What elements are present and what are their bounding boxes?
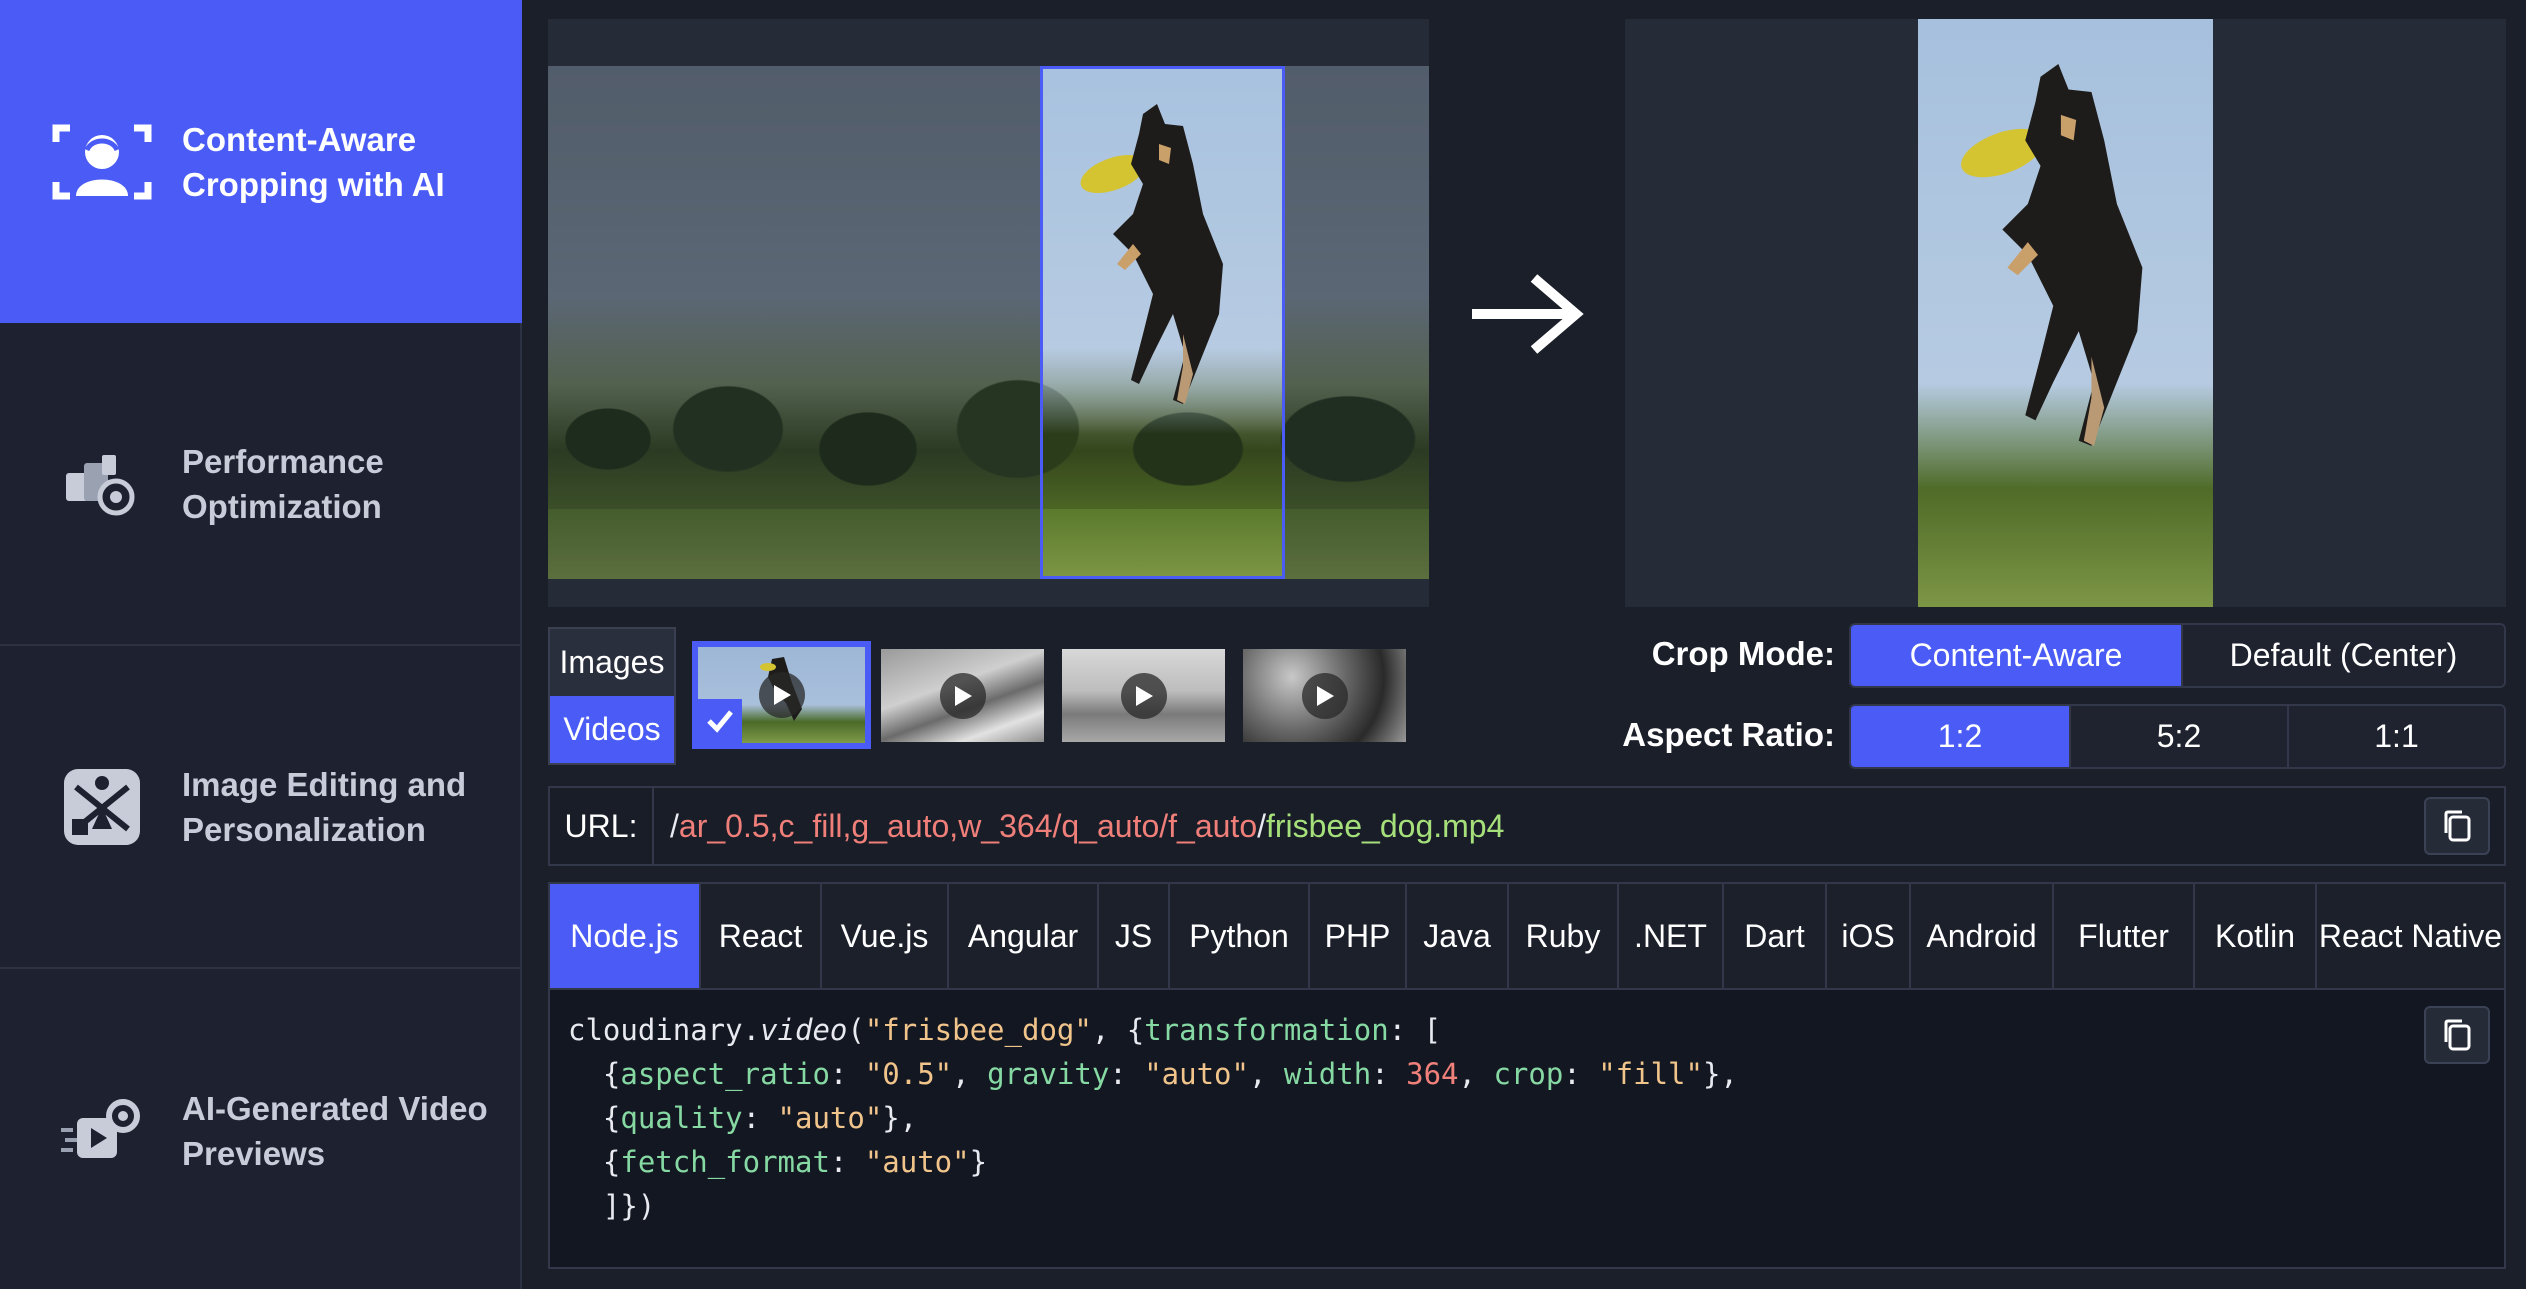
face-scan-icon <box>50 110 154 214</box>
copy-url-button[interactable] <box>2424 797 2490 855</box>
feature-sidebar: Content-Aware Cropping with AI Performan… <box>0 0 522 1289</box>
tab-ios[interactable]: iOS <box>1827 884 1911 988</box>
tab-vuejs[interactable]: Vue.js <box>822 884 949 988</box>
dog-illustration <box>1951 64 2181 489</box>
sdk-language-tabs: Node.js React Vue.js Angular JS Python P… <box>548 882 2506 990</box>
crop-mode-content-aware[interactable]: Content-Aware <box>1851 625 2183 686</box>
tab-dotnet[interactable]: .NET <box>1619 884 1724 988</box>
crop-mode-selector: Content-Aware Default (Center) <box>1849 623 2506 688</box>
result-video-pane <box>1625 19 2506 607</box>
sidebar-item-content-aware-cropping[interactable]: Content-Aware Cropping with AI <box>0 0 522 323</box>
copy-code-button[interactable] <box>2424 1006 2490 1064</box>
tab-android[interactable]: Android <box>1911 884 2054 988</box>
aspect-ratio-5-2[interactable]: 5:2 <box>2071 706 2289 767</box>
sidebar-item-performance[interactable]: Performance Optimization <box>0 323 522 646</box>
thumbnail-woman-walking[interactable] <box>1062 649 1225 742</box>
code-snippet: cloudinary.video("frisbee_dog", {transfo… <box>548 990 2506 1269</box>
url-transformation: ar_0.5,c_fill,g_auto,w_364/q_auto/f_auto <box>678 807 1258 844</box>
transformation-url[interactable]: /ar_0.5,c_fill,g_auto,w_364/q_auto/f_aut… <box>670 808 1504 845</box>
tab-js[interactable]: JS <box>1099 884 1170 988</box>
tab-react-native[interactable]: React Native <box>2317 884 2504 988</box>
checkmark-icon <box>698 699 742 743</box>
crop-region-overlay[interactable] <box>1040 66 1285 579</box>
tab-java[interactable]: Java <box>1407 884 1509 988</box>
tab-angular[interactable]: Angular <box>949 884 1099 988</box>
tab-nodejs[interactable]: Node.js <box>550 884 701 988</box>
dog-illustration <box>1073 104 1253 439</box>
sidebar-item-image-editing[interactable]: Image Editing and Personalization <box>0 646 522 969</box>
sidebar-item-label: Performance Optimization <box>182 442 384 525</box>
source-video-frame <box>548 66 1429 579</box>
tab-images[interactable]: Images <box>550 629 674 696</box>
copy-icon <box>2444 810 2471 842</box>
video-preview-icon <box>50 1079 154 1183</box>
thumbnail-abstract-liquid[interactable] <box>1243 649 1406 742</box>
play-icon <box>939 672 986 719</box>
sidebar-item-label: Image Editing and Personalization <box>182 765 467 848</box>
tab-php[interactable]: PHP <box>1310 884 1407 988</box>
tab-videos[interactable]: Videos <box>550 696 674 763</box>
thumbnail-snowboarder[interactable] <box>881 649 1044 742</box>
tab-flutter[interactable]: Flutter <box>2054 884 2195 988</box>
sidebar-item-label: Content-Aware Cropping with AI <box>182 120 445 203</box>
play-icon <box>1301 672 1348 719</box>
thumbnail-frisbee-dog[interactable] <box>692 641 871 749</box>
source-video-pane <box>548 19 1429 607</box>
code-text[interactable]: cloudinary.video("frisbee_dog", {transfo… <box>568 1008 1738 1228</box>
sidebar-item-video-previews[interactable]: AI-Generated Video Previews <box>0 969 522 1289</box>
tab-dart[interactable]: Dart <box>1724 884 1827 988</box>
aspect-ratio-1-1[interactable]: 1:1 <box>2289 706 2504 767</box>
aspect-ratio-selector: 1:2 5:2 1:1 <box>1849 704 2506 769</box>
url-filename: frisbee_dog.mp4 <box>1266 807 1505 844</box>
tab-kotlin[interactable]: Kotlin <box>2195 884 2317 988</box>
image-editing-icon <box>50 755 154 859</box>
performance-icon <box>50 432 154 536</box>
transformation-url-bar: URL: /ar_0.5,c_fill,g_auto,w_364/q_auto/… <box>548 786 2506 866</box>
url-label: URL: <box>550 788 654 864</box>
play-icon <box>758 672 805 718</box>
sidebar-item-label: AI-Generated Video Previews <box>182 1089 488 1172</box>
tab-react[interactable]: React <box>701 884 822 988</box>
tab-ruby[interactable]: Ruby <box>1509 884 1619 988</box>
media-type-tabs: Images Videos <box>548 627 676 765</box>
crop-mode-label: Crop Mode: <box>1651 635 1835 672</box>
copy-icon <box>2444 1019 2471 1051</box>
aspect-ratio-1-2[interactable]: 1:2 <box>1851 706 2071 767</box>
arrow-right-icon <box>1472 274 1584 354</box>
tab-python[interactable]: Python <box>1170 884 1310 988</box>
result-video-frame <box>1918 19 2213 607</box>
aspect-ratio-label: Aspect Ratio: <box>1622 716 1835 753</box>
play-icon <box>1120 672 1167 719</box>
crop-mode-default-center[interactable]: Default (Center) <box>2183 625 2504 686</box>
